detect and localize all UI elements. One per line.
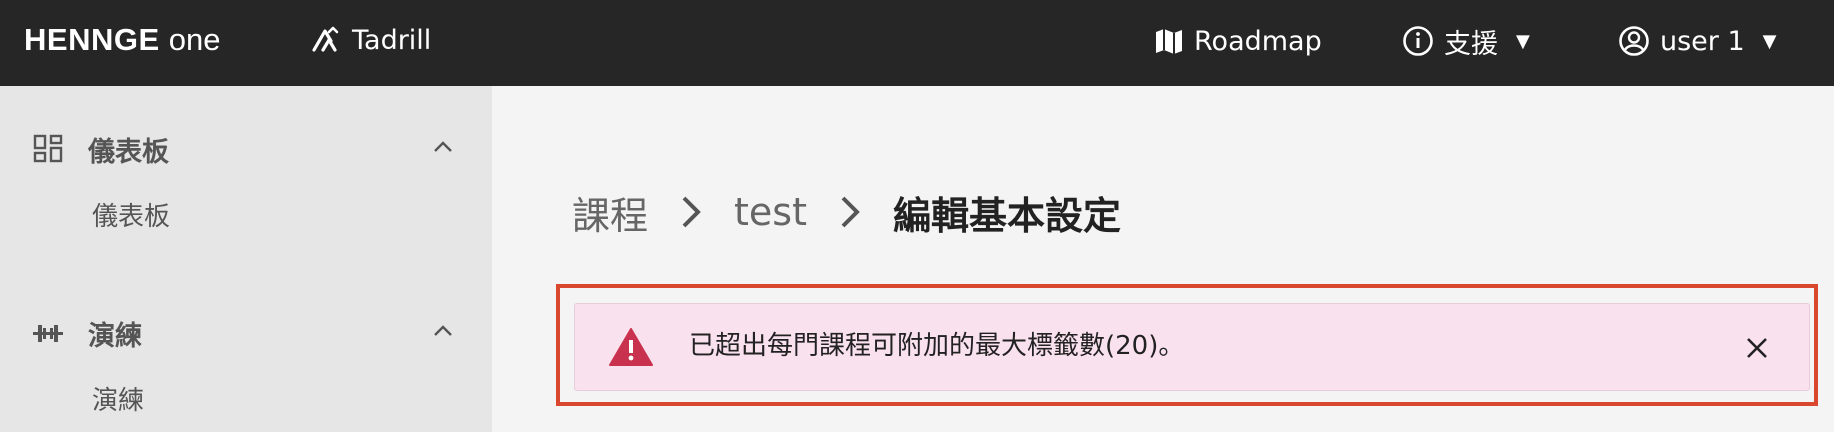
user-menu[interactable]: user 1 ▼	[1618, 20, 1777, 62]
warning-icon	[609, 328, 653, 366]
support-label: 支援	[1444, 28, 1498, 60]
product-name: Tadrill	[352, 24, 432, 56]
roadmap-label: Roadmap	[1194, 25, 1322, 57]
tadrill-logo-icon	[312, 26, 339, 52]
dumbbell-icon	[33, 325, 63, 342]
logo-text: HENNGE	[24, 22, 160, 57]
chevron-up-icon	[434, 141, 452, 152]
user-avatar-icon	[1619, 26, 1649, 56]
support-menu[interactable]: 支援 ▼	[1402, 20, 1530, 62]
sidebar: 儀表板 儀表板 演練 演練	[0, 86, 492, 432]
chevron-right-icon	[841, 196, 860, 228]
user-name: user 1	[1660, 25, 1745, 57]
caret-down-icon: ▼	[1516, 30, 1530, 52]
sidebar-section-label: 演練	[88, 321, 142, 352]
henngeone-logo[interactable]: HENNGE one	[24, 20, 221, 60]
alert-message: 已超出每門課程可附加的最大標籤數(20)。	[689, 331, 1185, 361]
close-icon[interactable]	[1743, 334, 1771, 362]
map-icon	[1156, 29, 1182, 54]
page-title: 編輯基本設定	[893, 193, 1122, 238]
sidebar-section-drills[interactable]: 演練	[0, 302, 492, 362]
sidebar-section-label: 儀表板	[88, 137, 169, 168]
breadcrumb-course-test[interactable]: test	[734, 190, 807, 234]
info-icon	[1403, 26, 1433, 56]
dashboard-icon	[33, 134, 63, 163]
sidebar-item-drills[interactable]: 演練	[92, 380, 144, 417]
chevron-up-icon	[434, 325, 452, 336]
breadcrumb: 課程 test 編輯基本設定	[572, 184, 1121, 240]
sidebar-section-dashboard[interactable]: 儀表板	[0, 118, 492, 178]
product-switcher[interactable]: Tadrill	[312, 20, 431, 60]
logo-suffix: one	[168, 22, 221, 57]
roadmap-link[interactable]: Roadmap	[1154, 20, 1322, 62]
top-navigation-bar: HENNGE one Tadrill Roadmap 支援 ▼ user 1 ▼	[0, 0, 1834, 86]
chevron-right-icon	[682, 196, 701, 228]
breadcrumb-courses[interactable]: 課程	[572, 185, 648, 240]
caret-down-icon: ▼	[1762, 30, 1777, 52]
error-alert: 已超出每門課程可附加的最大標籤數(20)。	[574, 303, 1810, 391]
sidebar-item-dashboard[interactable]: 儀表板	[92, 196, 170, 233]
